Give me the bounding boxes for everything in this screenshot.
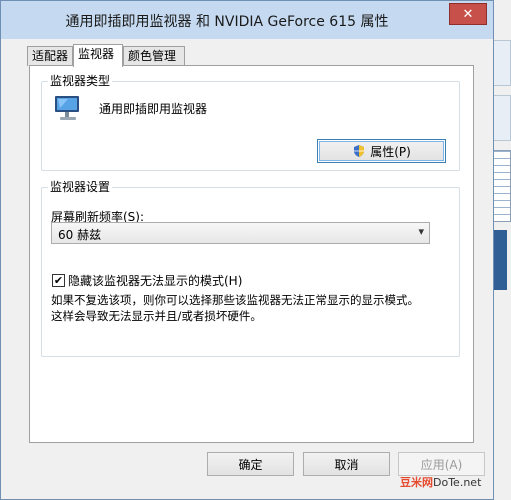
monitor-type-group-title: 监视器类型 [48,73,113,89]
watermark: 豆米网DoTe.net [400,474,481,490]
hide-modes-label[interactable]: 隐藏该监视器无法显示的模式(H) [68,272,242,289]
background-strip [491,40,511,86]
watermark-brand-latin: DoTe [433,476,460,489]
monitor-type-group: 监视器类型 通用即插即用监视器 属性(P) [41,73,460,171]
monitor-properties-dialog: 通用即插即用监视器 和 NVIDIA GeForce 615 属性 ✕ 适配器 … [0,0,494,500]
chevron-down-icon: ▾ [418,225,424,238]
watermark-brand: 豆米网 [400,476,433,489]
refresh-rate-select[interactable]: 60 赫兹 ▾ [51,222,430,244]
monitor-name: 通用即插即用监视器 [99,102,208,116]
background-strip [491,95,511,141]
description-line-2: 这样会导致无法显示并且/或者损坏硬件。 [51,309,262,323]
tab-panel-monitor: 监视器类型 通用即插即用监视器 属性(P) 监视器设置 屏幕刷新频率(S): 6… [29,65,474,443]
description-text: 如果不复选该项，则你可以选择那些该监视器无法正常显示的显示模式。 这样会导致无法… [51,292,419,324]
ok-button[interactable]: 确定 [207,452,294,476]
monitor-settings-group-title: 监视器设置 [48,179,113,195]
watermark-suffix: .net [459,476,482,489]
tab-adapter[interactable]: 适配器 [27,46,73,66]
tab-monitor[interactable]: 监视器 [73,44,123,67]
properties-button[interactable]: 属性(P) [317,139,446,163]
title-bar[interactable]: 通用即插即用监视器 和 NVIDIA GeForce 615 属性 ✕ [1,1,493,39]
cancel-button[interactable]: 取消 [303,452,390,476]
close-icon: ✕ [462,6,474,22]
properties-button-label: 属性(P) [370,144,411,159]
background-panel [493,230,507,290]
apply-button[interactable]: 应用(A) [398,452,485,476]
checkmark-icon: ✔ [53,274,64,287]
close-button[interactable]: ✕ [449,3,487,25]
window-title: 通用即插即用监视器 和 NVIDIA GeForce 615 属性 [65,14,389,30]
hide-modes-checkbox[interactable]: ✔ [52,274,65,287]
shield-icon [352,144,366,158]
refresh-rate-value: 60 赫兹 [58,228,102,242]
tab-color-management[interactable]: 颜色管理 [123,46,185,66]
monitor-icon [52,92,84,124]
description-line-1: 如果不复选该项，则你可以选择那些该监视器无法正常显示的显示模式。 [51,293,419,307]
